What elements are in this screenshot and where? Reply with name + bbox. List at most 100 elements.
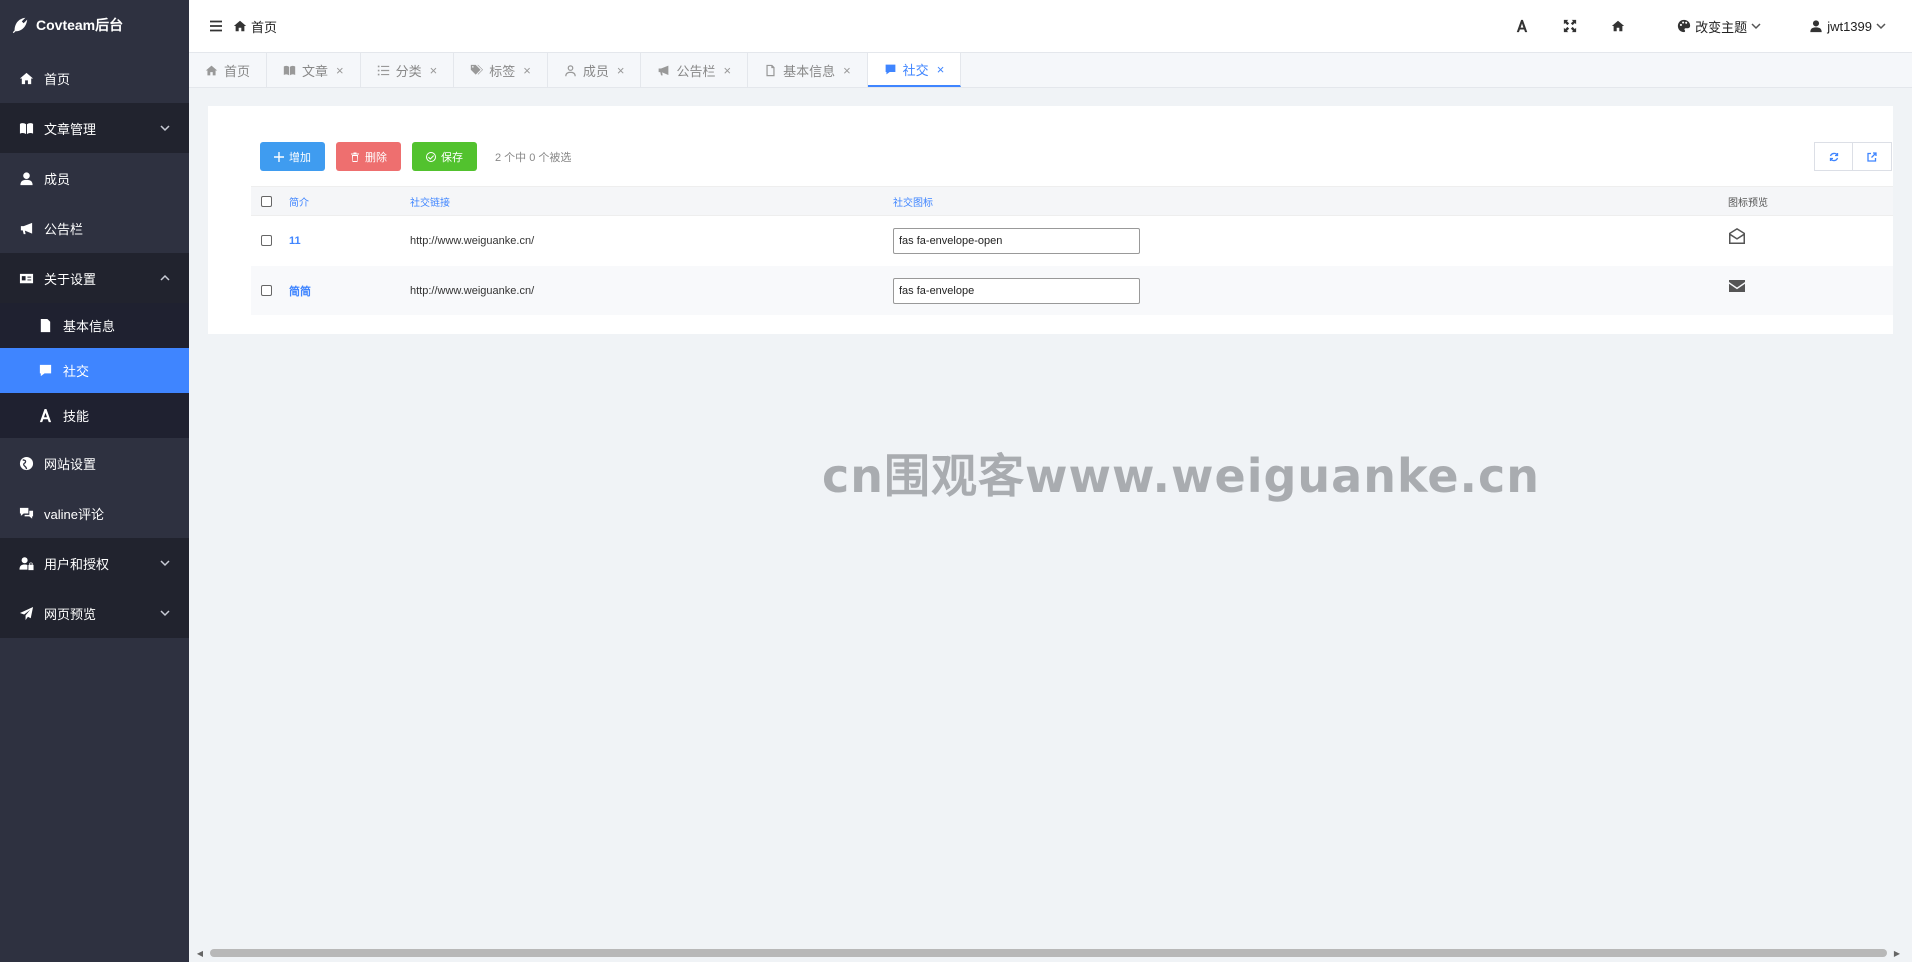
fullscreen-icon[interactable]: [1563, 19, 1577, 33]
check-circle-icon: [426, 151, 436, 162]
content-panel: 增加 删除 保存 2 个中 0 个被选 简介 社交链接 社交图标 图标预览 11…: [208, 106, 1900, 334]
add-button[interactable]: 增加: [260, 142, 325, 171]
tab-tags[interactable]: 标签 ×: [454, 53, 548, 87]
sidebar-item-about-settings[interactable]: 关于设置: [0, 253, 189, 303]
sidebar-item-web-preview[interactable]: 网页预览: [0, 588, 189, 638]
row-checkbox[interactable]: [261, 285, 272, 296]
font-size-icon[interactable]: [1515, 19, 1529, 33]
globe-icon: [19, 456, 34, 470]
chevron-down-icon: [160, 560, 170, 567]
sidebar-item-label: 关于设置: [44, 271, 97, 287]
select-all-checkbox[interactable]: [261, 195, 272, 207]
close-icon[interactable]: ×: [723, 63, 731, 78]
close-icon[interactable]: ×: [336, 63, 344, 78]
refresh-button[interactable]: [1814, 142, 1853, 171]
main-area: 首页 改变主题 jwt1399 首页 文章 × 分类 × 标签 × 成员 × 公…: [189, 0, 1912, 962]
tab-social[interactable]: 社交 ×: [867, 53, 962, 87]
table-row: 11 http://www.weiguanke.cn/: [251, 215, 1900, 266]
row-select-cell: [251, 215, 289, 266]
close-icon[interactable]: ×: [843, 63, 851, 78]
file-outline-icon: [766, 64, 775, 76]
user-menu[interactable]: jwt1399: [1809, 19, 1890, 34]
sidebar-item-article-management[interactable]: 文章管理: [0, 103, 189, 153]
icon-cell: [893, 215, 1728, 266]
sidebar-item-home[interactable]: 首页: [0, 53, 189, 103]
id-card-icon: [19, 273, 34, 283]
menu-toggle-icon[interactable]: [209, 19, 223, 33]
intro-cell[interactable]: 11: [289, 215, 410, 266]
sidebar-item-label: 首页: [44, 71, 71, 87]
trash-icon: [351, 152, 359, 162]
refresh-icon: [1829, 152, 1838, 161]
sidebar-item-site-settings[interactable]: 网站设置: [0, 438, 189, 488]
row-checkbox[interactable]: [261, 235, 272, 246]
tab-home[interactable]: 首页: [189, 53, 268, 87]
sidebar-item-label: 文章管理: [44, 121, 97, 137]
theme-switcher[interactable]: 改变主题: [1677, 17, 1765, 36]
save-label: 保存: [441, 151, 463, 164]
brand[interactable]: Covteam后台: [0, 0, 189, 50]
vertical-scrollbar[interactable]: [1893, 104, 1912, 942]
home-icon: [205, 65, 218, 75]
sidebar-item-label: 网站设置: [44, 456, 97, 472]
column-header-intro[interactable]: 简介: [289, 186, 410, 216]
sidebar-item-users-auth[interactable]: 用户和授权: [0, 538, 189, 588]
sidebar-item-social[interactable]: 社交: [0, 348, 189, 393]
intro-cell[interactable]: 简简: [289, 265, 410, 316]
preview-cell: [1728, 265, 1900, 316]
sidebar-item-skills[interactable]: 技能: [0, 393, 189, 438]
chevron-down-icon: [160, 610, 170, 617]
tab-basic-info[interactable]: 基本信息 ×: [748, 53, 868, 87]
envelope-icon: [1729, 279, 1745, 292]
breadcrumb[interactable]: 首页: [233, 17, 277, 36]
comments-icon: [19, 507, 34, 519]
tab-bulletin[interactable]: 公告栏 ×: [641, 53, 749, 87]
icon-class-input[interactable]: [893, 227, 1140, 254]
home-icon[interactable]: [1611, 19, 1625, 33]
delete-button[interactable]: 删除: [336, 142, 401, 171]
file-icon: [40, 318, 51, 333]
column-header-link[interactable]: 社交链接: [410, 186, 893, 216]
user-icon: [1810, 20, 1822, 33]
topbar-actions: 改变主题 jwt1399: [1498, 0, 1912, 52]
save-button[interactable]: 保存: [412, 142, 477, 171]
watermark: cn围观客www.weiguanke.cn: [822, 449, 1541, 503]
horizontal-scrollbar[interactable]: ◀ ▶: [194, 948, 1903, 958]
brand-title: Covteam后台: [36, 17, 124, 33]
preview-cell: [1728, 215, 1900, 266]
tab-label: 成员: [582, 63, 609, 79]
sidebar-item-members[interactable]: 成员: [0, 153, 189, 203]
scroll-right-icon[interactable]: ▶: [1891, 949, 1903, 958]
chevron-down-icon: [1751, 23, 1761, 30]
row-select-cell: [251, 265, 289, 316]
icon-class-input[interactable]: [893, 277, 1140, 304]
scroll-thumb[interactable]: [210, 949, 1887, 957]
toolbar: 增加 删除 保存 2 个中 0 个被选: [260, 142, 571, 171]
tab-articles[interactable]: 文章 ×: [267, 53, 361, 87]
user-outline-icon: [565, 64, 576, 76]
close-icon[interactable]: ×: [937, 62, 945, 77]
paper-plane-icon: [19, 606, 34, 620]
close-icon[interactable]: ×: [523, 63, 531, 78]
tab-label: 公告栏: [676, 63, 716, 79]
export-button[interactable]: [1853, 142, 1892, 171]
chevron-up-icon: [160, 274, 170, 281]
home-icon: [233, 20, 247, 32]
theme-label: 改变主题: [1695, 19, 1748, 35]
sidebar-item-valine-comments[interactable]: valine评论: [0, 488, 189, 538]
tab-categories[interactable]: 分类 ×: [361, 53, 455, 87]
add-label: 增加: [289, 151, 311, 164]
column-header-icon[interactable]: 社交图标: [893, 186, 1728, 216]
close-icon[interactable]: ×: [617, 63, 625, 78]
table-row: 简简 http://www.weiguanke.cn/: [251, 265, 1900, 316]
chevron-down-icon: [1876, 23, 1886, 30]
sidebar-item-label: 成员: [44, 171, 71, 187]
close-icon[interactable]: ×: [430, 63, 438, 78]
sidebar-item-bulletin[interactable]: 公告栏: [0, 203, 189, 253]
scroll-left-icon[interactable]: ◀: [194, 949, 206, 958]
sidebar-item-label: 公告栏: [44, 221, 84, 237]
delete-label: 删除: [365, 151, 387, 164]
sidebar-item-basic-info[interactable]: 基本信息: [0, 303, 189, 348]
palette-icon: [1678, 19, 1691, 33]
tab-members[interactable]: 成员 ×: [548, 53, 642, 87]
